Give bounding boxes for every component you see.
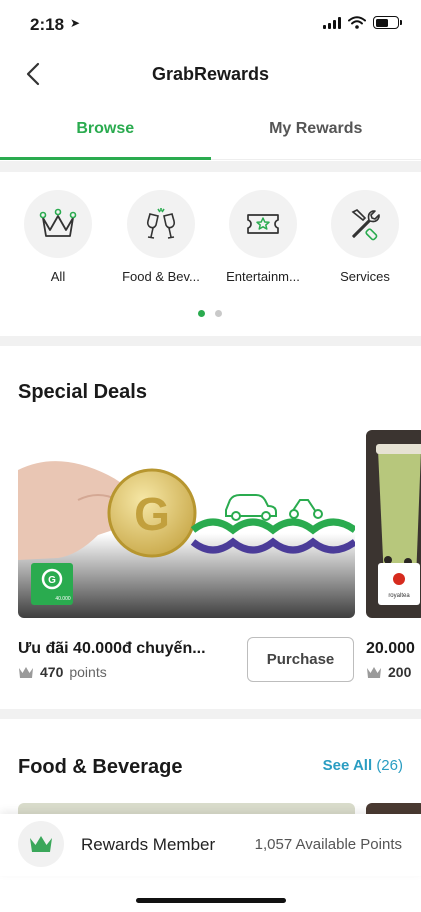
see-all-link[interactable]: See All (26) <box>323 757 403 774</box>
section-divider <box>0 161 421 172</box>
pagination-dot-active <box>198 310 205 317</box>
category-label: Entertainm... <box>226 269 300 284</box>
see-all-label: See All <box>322 757 373 774</box>
svg-text:G: G <box>48 575 56 586</box>
deal-badge-text: 40.000 <box>55 596 71 602</box>
crown-small-icon <box>367 666 381 678</box>
deal-image-grab: G G 40.000 <box>18 430 355 618</box>
member-tier-label: Rewards Member <box>81 835 216 854</box>
tools-icon <box>331 190 399 258</box>
wine-glasses-icon <box>127 190 195 258</box>
category-label: Food & Bev... <box>122 269 200 284</box>
ticket-icon <box>229 190 297 258</box>
tab-my-rewards[interactable]: My Rewards <box>211 104 421 159</box>
carousel-pagination <box>198 310 222 317</box>
section-divider <box>0 336 421 346</box>
pagination-dot <box>215 310 222 317</box>
tab-bar: Browse My Rewards <box>0 104 421 160</box>
category-food-beverage[interactable]: Food & Bev... <box>111 190 211 284</box>
deal-image-royaltea: royaltea <box>366 430 421 618</box>
see-all-count: (26) <box>376 757 403 774</box>
deal-card-grab[interactable]: G G 40.000 <box>18 430 355 618</box>
category-services[interactable]: Services <box>315 190 415 284</box>
nav-bar: GrabRewards <box>0 50 421 100</box>
category-label: Services <box>340 269 390 284</box>
purchase-button[interactable]: Purchase <box>247 637 354 682</box>
home-indicator <box>136 898 286 903</box>
deal-points: 470 points <box>18 664 107 680</box>
deal-points-value: 200 <box>388 664 412 680</box>
status-icons <box>323 16 402 29</box>
rewards-member-bar[interactable]: Rewards Member 1,057 Available Points <box>0 814 421 876</box>
deal-title: Ưu đãi 40.000đ chuyến... <box>18 640 206 657</box>
crown-icon <box>24 190 92 258</box>
page-title: GrabRewards <box>151 64 270 84</box>
status-time: 2:18 <box>30 15 65 34</box>
special-deals-title: Special Deals <box>18 381 147 403</box>
location-arrow-icon: ➤ <box>70 16 81 30</box>
tab-browse[interactable]: Browse <box>0 104 211 160</box>
deal-points-value: 470 <box>40 664 64 680</box>
section-divider <box>0 709 421 719</box>
crown-small-icon <box>19 666 33 678</box>
status-bar: 2:18 ➤ <box>0 0 421 50</box>
wifi-icon <box>348 16 366 29</box>
member-crown-icon <box>18 821 64 867</box>
deal-title: 20.000 <box>366 640 415 657</box>
deal-points: 200 <box>366 664 411 680</box>
category-label: All <box>50 269 66 284</box>
battery-icon <box>373 16 402 29</box>
deal-points-unit: points <box>69 664 107 680</box>
deal-badge-text: royaltea <box>388 593 410 599</box>
food-beverage-title: Food & Beverage <box>18 756 183 778</box>
available-points: 1,057 Available Points <box>254 836 402 853</box>
deal-card-royaltea[interactable]: royaltea <box>366 430 421 618</box>
category-all[interactable]: All <box>8 190 108 284</box>
cellular-signal-icon <box>323 16 341 29</box>
category-carousel: All Food & Bev... Entertainm... Services <box>0 172 421 340</box>
category-entertainment[interactable]: Entertainm... <box>213 190 313 284</box>
svg-text:G: G <box>134 488 170 540</box>
